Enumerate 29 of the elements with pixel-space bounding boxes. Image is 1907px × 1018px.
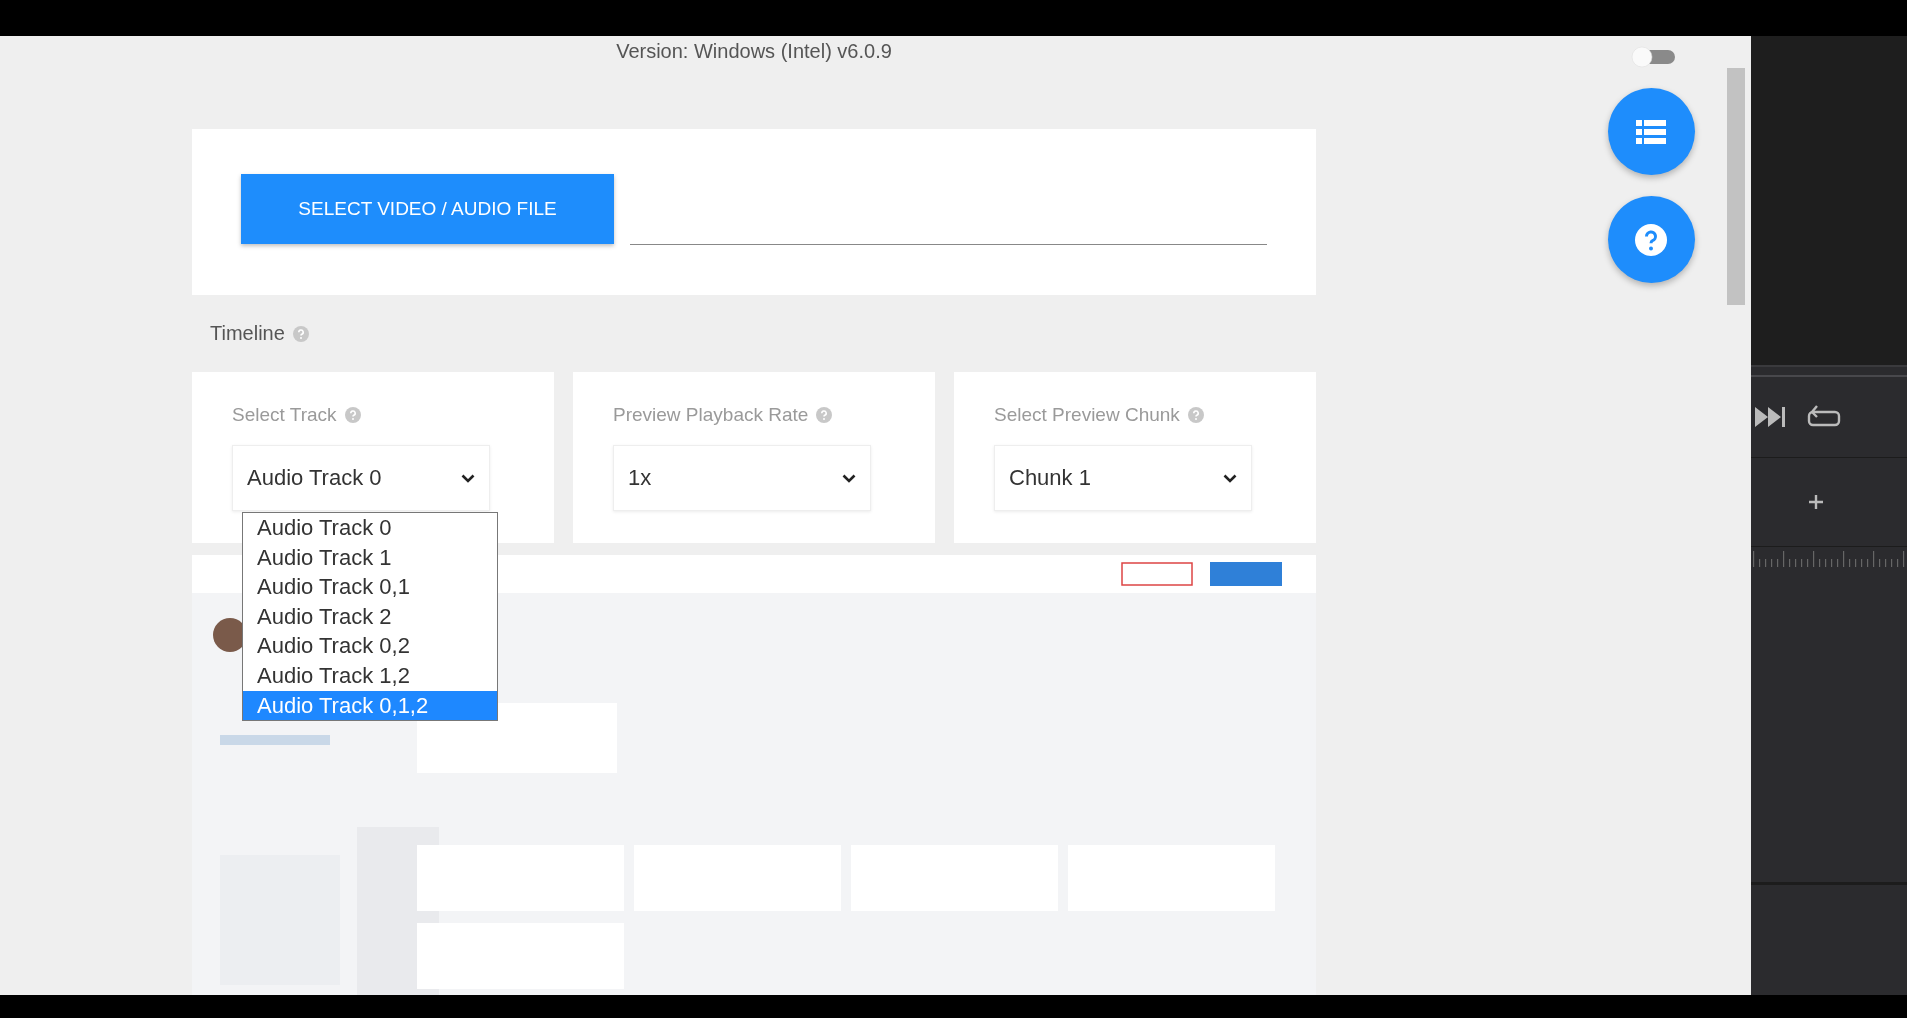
version-text: Version: Windows (Intel) v6.0.9 <box>616 40 892 63</box>
toggle-switch[interactable] <box>1631 46 1675 68</box>
dropdown-option[interactable]: Audio Track 1 <box>243 542 497 573</box>
plus-icon[interactable] <box>1809 495 1823 509</box>
help-icon <box>1187 407 1204 423</box>
dropdown-option[interactable]: Audio Track 0,2 <box>243 631 497 661</box>
chevron-icon <box>1223 473 1237 483</box>
field-label: Select Preview Chunk <box>994 404 1180 426</box>
section-title: Timeline <box>210 322 285 345</box>
skip-to-end-icon[interactable] <box>1755 407 1787 427</box>
dropdown-select[interactable]: Audio Track 0 <box>232 445 490 511</box>
dropdown-option[interactable]: Audio Track 0 <box>243 513 497 543</box>
dropdown-select[interactable]: Chunk 1 <box>994 445 1252 511</box>
help-icon <box>344 407 361 423</box>
help-icon <box>816 407 833 423</box>
field-label: Select Track <box>232 404 337 426</box>
help-icon <box>1635 223 1667 256</box>
list-icon <box>1636 119 1666 144</box>
list-button[interactable] <box>1607 88 1695 175</box>
help-button[interactable] <box>1607 196 1695 283</box>
help-icon <box>292 325 309 342</box>
dropdown-option[interactable]: Audio Track 0,1 <box>243 572 497 602</box>
chevron-icon <box>842 473 856 483</box>
scrollbar[interactable] <box>1727 68 1745 305</box>
dropdown-option[interactable]: Audio Track 2 <box>243 601 497 632</box>
field-label: Preview Playback Rate <box>613 404 809 426</box>
dropdown-option[interactable]: Audio Track 1,2 <box>243 660 497 691</box>
dropdown-select[interactable]: 1x <box>613 445 871 511</box>
chevron-icon <box>461 473 475 483</box>
